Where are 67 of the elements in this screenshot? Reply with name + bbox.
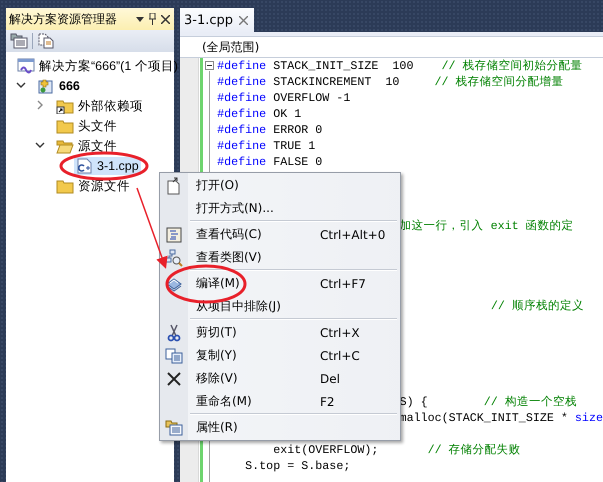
code-keyword: #define [217, 155, 266, 169]
menu-item[interactable]: 查看类图(V) [160, 246, 400, 269]
scope-dropdown[interactable]: (全局范围) [180, 36, 603, 58]
code-keyword: #define [217, 91, 266, 105]
close-icon[interactable] [161, 14, 170, 24]
view-code-icon [166, 226, 182, 242]
menu-item[interactable]: 打开方式(N)... [160, 197, 400, 220]
code-comment: // 栈存储空间分配增量 [434, 75, 564, 89]
code-keyword: #define [217, 59, 266, 73]
menu-item[interactable]: 编译(M) Ctrl+F7 [160, 272, 400, 295]
code-text: OK 1 [273, 107, 302, 121]
tree-item[interactable]: 头文件 [55, 117, 119, 135]
collapsed-caret-icon[interactable] [35, 100, 45, 110]
solution-icon [17, 58, 35, 74]
code-keyword: #define [217, 139, 266, 153]
tree-item[interactable]: 外部依赖项 [55, 97, 145, 115]
code-text: TRUE 1 [273, 139, 316, 153]
delete-icon [167, 372, 181, 386]
collapse-icon[interactable] [205, 61, 214, 70]
tree-item[interactable]: 源文件 [55, 137, 119, 155]
expanded-caret-icon[interactable] [35, 140, 45, 150]
code-comment: // 栈存储空间初始分配量 [442, 59, 583, 73]
code-comment: 加这一行，引入 exit 函数的定 [400, 219, 574, 233]
code-keyword: #define [217, 123, 266, 137]
code-comment: // 顺序栈的定义 [490, 299, 584, 313]
cpp-file-icon [75, 158, 93, 174]
tree-item[interactable]: 666 [36, 77, 82, 95]
code-text: malloc(STACK_INIT_SIZE * [400, 411, 568, 425]
menu-item[interactable]: 剪切(T) Ctrl+X [160, 321, 400, 344]
show-all-files-icon[interactable] [37, 33, 55, 49]
copy-icon [165, 348, 183, 364]
code-keyword: #define [217, 107, 266, 121]
code-text: STACKINCREMENT 10 [273, 75, 400, 89]
panel-title: 解决方案资源管理器 [9, 10, 118, 28]
tree-item[interactable]: 3-1.cpp [74, 157, 141, 175]
code-comment: // 存储分配失败 [428, 443, 521, 457]
scissors-icon [166, 324, 182, 342]
editor-tab[interactable]: 3-1.cpp [180, 8, 254, 32]
code-keyword: #define [217, 75, 266, 89]
code-text: OVERFLOW -1 [273, 91, 350, 105]
menu-item[interactable]: 移除(V) Del [160, 367, 400, 390]
dropdown-arrow-icon[interactable] [136, 16, 144, 22]
menu-item[interactable]: 查看代码(C) Ctrl+Alt+0 [160, 223, 400, 246]
menu-item[interactable]: 打开(O) [160, 174, 400, 197]
pin-icon[interactable] [148, 13, 157, 25]
open-document-icon [166, 176, 182, 194]
project-icon [37, 78, 55, 94]
open-folder-icon [56, 138, 74, 154]
code-text: S.top = S.base; [245, 459, 350, 473]
code-text: exit(OVERFLOW); [273, 443, 378, 457]
properties-icon [165, 419, 183, 436]
menu-item[interactable]: 重命名(M) F2 [160, 390, 400, 413]
code-comment: // 构造一个空栈 [484, 395, 577, 409]
class-diagram-icon [165, 248, 183, 266]
code-text: FALSE 0 [273, 155, 322, 169]
code-text: ERROR 0 [273, 123, 322, 137]
folder-icon [56, 178, 74, 194]
tree-item[interactable]: 资源文件 [55, 177, 132, 195]
folder-icon [56, 118, 74, 134]
code-text: STACK_INIT_SIZE 100 [273, 59, 414, 73]
code-keyword: size [574, 411, 603, 425]
properties-toolbar-icon[interactable] [10, 33, 28, 49]
menu-item[interactable]: 属性(R) [160, 416, 400, 439]
menu-item[interactable]: 复制(Y) Ctrl+C [160, 344, 400, 367]
expanded-caret-icon[interactable] [16, 80, 26, 90]
references-folder-icon [56, 98, 74, 114]
tree-item[interactable]: 解决方案“666”(1 个项目) [16, 57, 180, 75]
